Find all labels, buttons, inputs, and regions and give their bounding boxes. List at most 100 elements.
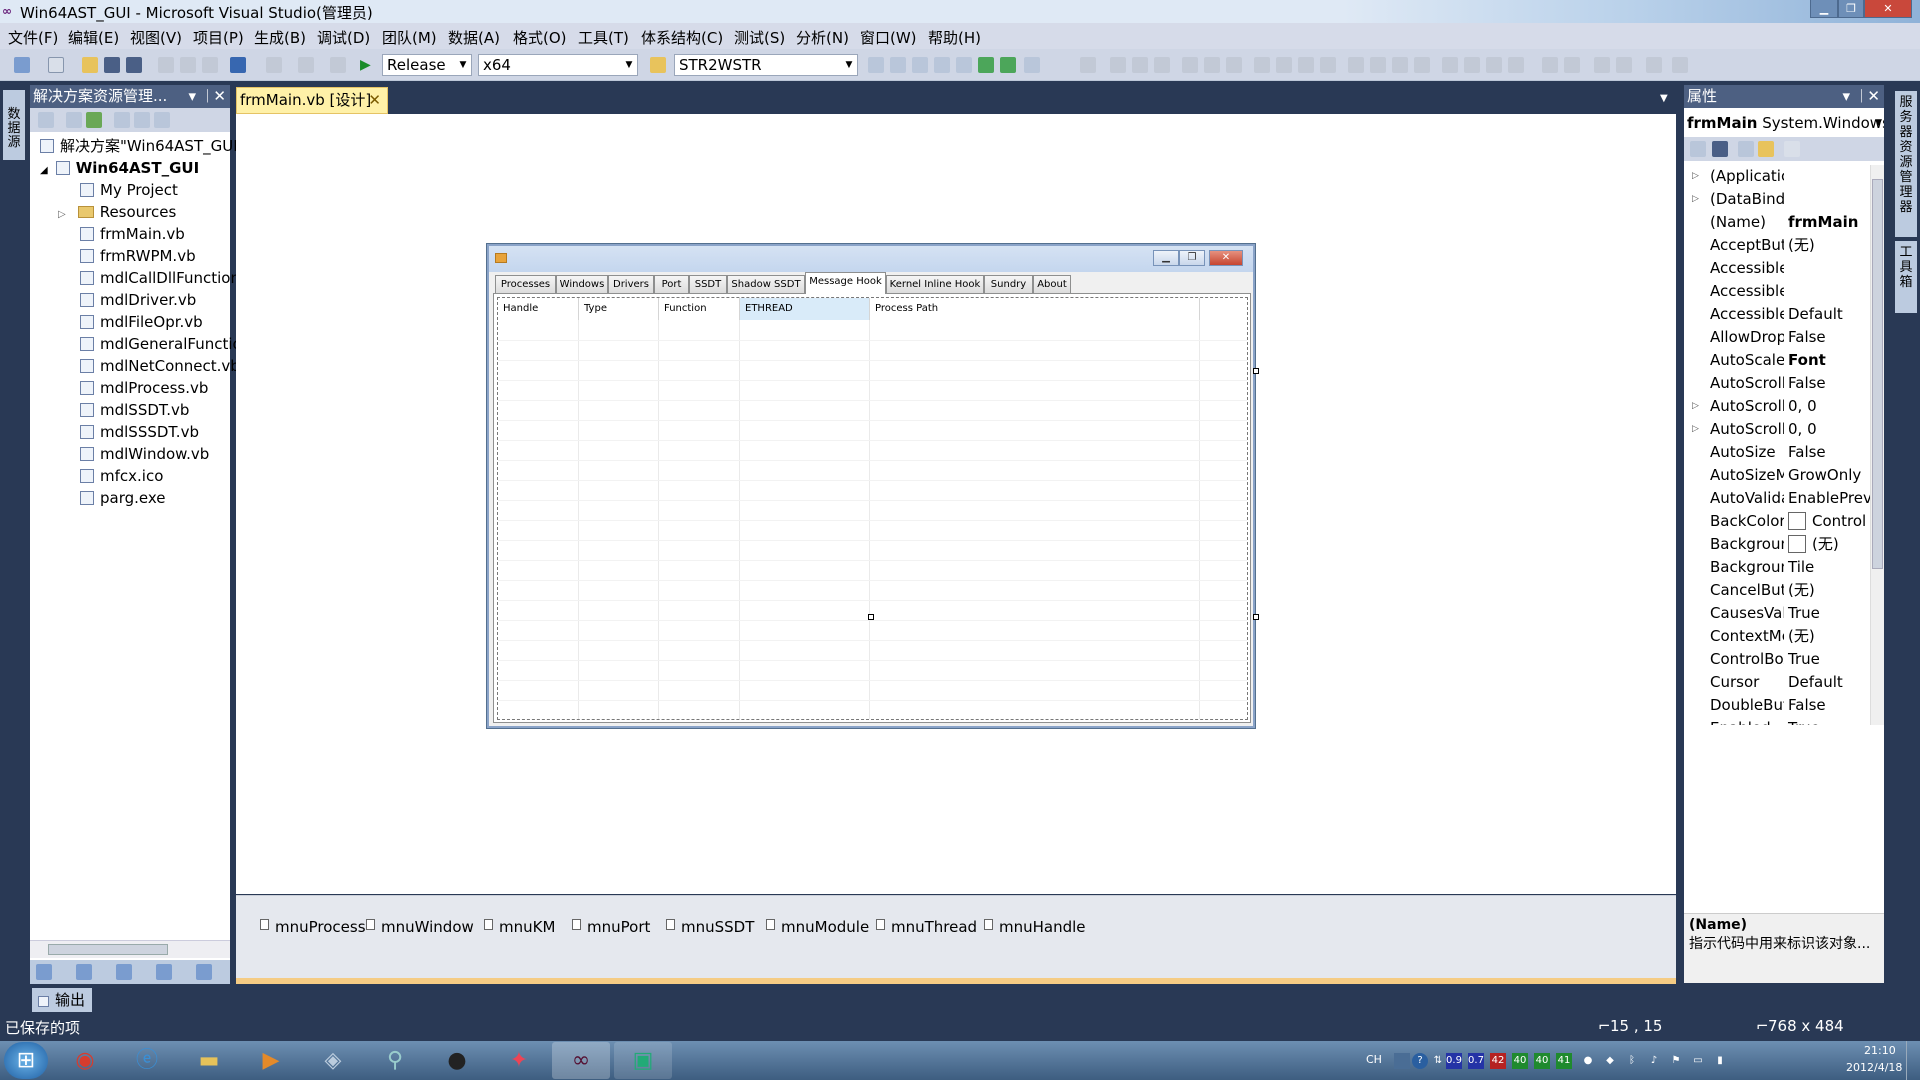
object-selector[interactable]: frmMain System.Windows.I▼ (1684, 111, 1884, 135)
property-value[interactable]: False (1786, 326, 1870, 349)
menu-analyze[interactable]: 分析(N) (796, 27, 849, 48)
tray-item-mnuhandle[interactable]: mnuHandle (984, 918, 1086, 936)
properties-view-icon[interactable] (1738, 141, 1754, 157)
menu-team[interactable]: 团队(M) (382, 27, 437, 48)
tray-meter-3[interactable]: 42 (1490, 1053, 1506, 1069)
property-value[interactable]: (无) (1786, 579, 1870, 602)
solution-node[interactable]: 解决方案"Win64AST_GUI" (40, 135, 245, 157)
menu-test[interactable]: 测试(S) (734, 27, 785, 48)
expand-arrow-icon[interactable]: ◢ (40, 165, 48, 176)
visual-studio-icon[interactable]: ∞ (552, 1042, 610, 1079)
property-row[interactable]: Accessible (1684, 280, 1870, 303)
property-row[interactable]: AutoSize False (1684, 441, 1870, 464)
tree-item-file[interactable]: mdlProcess.vb (80, 377, 208, 399)
start-page-icon[interactable] (978, 57, 994, 73)
solution-explorer-tab-icon[interactable] (36, 964, 52, 980)
network-icon[interactable]: ⇅ (1430, 1053, 1446, 1069)
tray-item-mnukm[interactable]: mnuKM (484, 918, 555, 936)
class-view-tab-icon[interactable] (76, 964, 92, 980)
property-row[interactable]: AutoValidaEnablePrever (1684, 487, 1870, 510)
tree-item-file[interactable]: frmMain.vb (80, 223, 185, 245)
qq-tray-icon[interactable]: ● (1580, 1053, 1596, 1069)
align-to-grid-icon[interactable] (1080, 57, 1096, 73)
find-in-files-icon[interactable] (650, 57, 666, 73)
tab-kernel-inline-hook[interactable]: Kernel Inline Hook (886, 275, 984, 293)
tree-item-file[interactable]: parg.exe (80, 487, 166, 509)
property-value[interactable]: (无) (1786, 533, 1870, 556)
power-icon[interactable]: ▮ (1712, 1053, 1728, 1069)
tree-item-my-project[interactable]: My Project (80, 179, 178, 201)
add-item-icon[interactable] (48, 57, 64, 73)
make-same-height-icon[interactable] (1276, 57, 1292, 73)
property-row[interactable]: Accessible (1684, 257, 1870, 280)
property-value[interactable]: True (1786, 648, 1870, 671)
horizontal-scrollbar[interactable] (30, 940, 230, 958)
property-value[interactable]: GrowOnly (1786, 464, 1870, 487)
tree-item-file[interactable]: frmRWPM.vb (80, 245, 196, 267)
tray-item-mnumodule[interactable]: mnuModule (766, 918, 869, 936)
toolbox-icon[interactable] (934, 57, 950, 73)
output-tab[interactable]: 输出 (32, 988, 92, 1012)
pin-icon[interactable]: ᛁ (203, 85, 212, 107)
align-lefts-icon[interactable] (1110, 57, 1126, 73)
column-header-type[interactable]: Type (579, 298, 659, 320)
alphabetical-icon[interactable] (1712, 141, 1728, 157)
property-row[interactable]: CausesVali True (1684, 602, 1870, 625)
resource-view-tab-icon[interactable] (196, 964, 212, 980)
tray-item-mnuwindow[interactable]: mnuWindow (366, 918, 474, 936)
close-tab-icon[interactable]: ✕ (368, 88, 381, 113)
extension-manager-icon[interactable] (1000, 57, 1016, 73)
property-value[interactable]: False (1786, 441, 1870, 464)
size-to-grid-icon[interactable] (1320, 57, 1336, 73)
property-row[interactable]: CancelButt(无) (1684, 579, 1870, 602)
copy-icon[interactable] (180, 57, 196, 73)
resize-handle-bottom[interactable] (868, 614, 874, 620)
view-code-icon[interactable] (114, 112, 130, 128)
show-all-files-icon[interactable] (66, 112, 82, 128)
scroll-thumb[interactable] (1872, 179, 1883, 569)
form-frmmain[interactable]: ▁ ❐ ✕ Processes Windows Drivers Port SSD… (487, 244, 1255, 728)
menu-format[interactable]: 格式(O) (513, 27, 567, 48)
property-row[interactable]: AutoScaleI Font (1684, 349, 1870, 372)
help-icon[interactable]: ? (1412, 1053, 1428, 1069)
menu-view[interactable]: 视图(V) (130, 27, 182, 48)
properties-window-icon[interactable] (890, 57, 906, 73)
close-icon[interactable]: ✕ (1867, 85, 1880, 107)
align-middles-icon[interactable] (1204, 57, 1220, 73)
volume-icon[interactable]: ♪ (1646, 1053, 1662, 1069)
document-dropdown-icon[interactable]: ▼ (1660, 93, 1668, 104)
menu-file[interactable]: 文件(F) (8, 27, 58, 48)
resize-handle-corner[interactable] (1253, 614, 1259, 620)
property-row[interactable]: ControlBox True (1684, 648, 1870, 671)
menu-tools[interactable]: 工具(T) (578, 27, 629, 48)
dropdown-icon[interactable]: ▾ (1842, 85, 1850, 107)
show-desktop-button[interactable] (1906, 1041, 1920, 1080)
save-all-icon[interactable] (126, 57, 142, 73)
tray-item-mnuport[interactable]: mnuPort (572, 918, 650, 936)
property-value[interactable]: (无) (1786, 625, 1870, 648)
expand-property-icon[interactable]: ▷ (1692, 188, 1699, 211)
tray-item-mnuprocess[interactable]: mnuProcess (260, 918, 366, 936)
minimize-button[interactable]: ▁ (1810, 0, 1838, 18)
property-row[interactable]: ▷ AutoScroll 0, 0 (1684, 418, 1870, 441)
solution-explorer-icon[interactable] (868, 57, 884, 73)
property-row[interactable]: AllowDrop False (1684, 326, 1870, 349)
property-row[interactable]: AcceptButt(无) (1684, 234, 1870, 257)
view-designer-icon[interactable] (134, 112, 150, 128)
events-icon[interactable] (1758, 141, 1774, 157)
feixin-icon[interactable]: ✦ (490, 1042, 548, 1079)
property-row[interactable]: BackColor Control (1684, 510, 1870, 533)
tab-windows[interactable]: Windows (556, 275, 608, 293)
virtualbox-icon[interactable]: ◈ (304, 1042, 362, 1079)
team-explorer-icon[interactable] (956, 57, 972, 73)
make-same-size-icon[interactable] (1298, 57, 1314, 73)
menu-project[interactable]: 项目(P) (193, 27, 244, 48)
clock-time[interactable]: 21:10 (1864, 1044, 1896, 1057)
tree-item-file[interactable]: mdlSSDT.vb (80, 399, 189, 421)
platform-combo[interactable]: x64 ▼ (478, 54, 638, 76)
solution-config-combo[interactable]: Release ▼ (382, 54, 472, 76)
tab-about[interactable]: About (1033, 275, 1071, 293)
tray-meter-2[interactable]: 0.7 (1468, 1053, 1484, 1069)
tab-sundry[interactable]: Sundry (984, 275, 1033, 293)
maximize-button[interactable]: ❐ (1838, 0, 1864, 18)
